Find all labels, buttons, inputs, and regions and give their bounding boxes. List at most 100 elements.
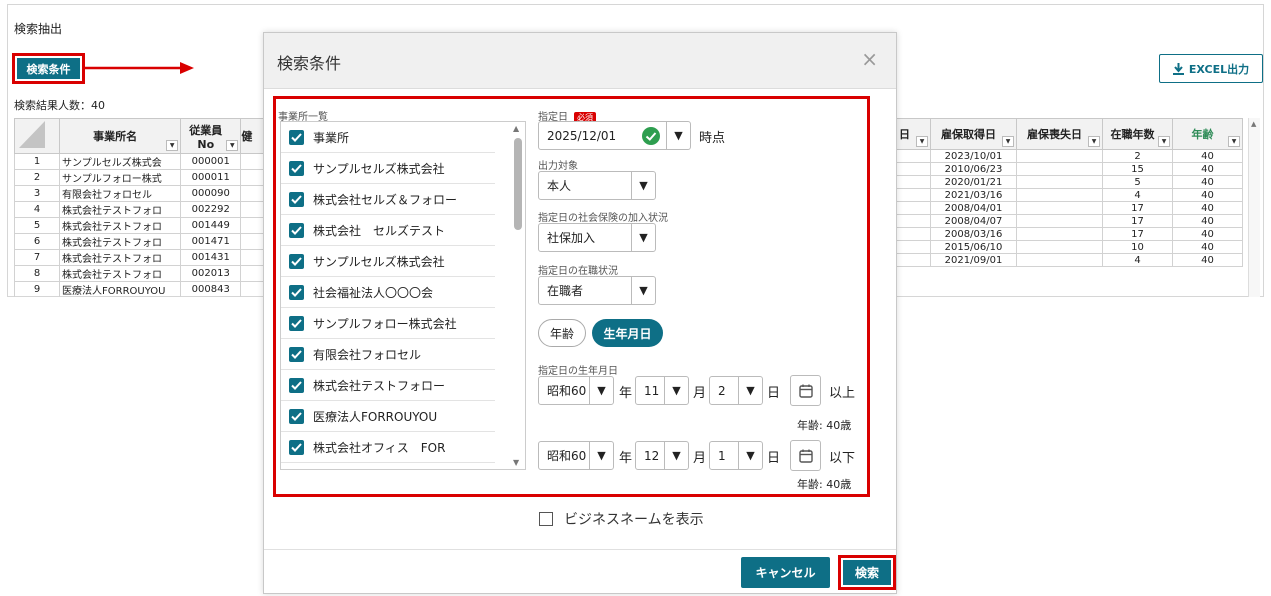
search-conditions-button[interactable]: 検索条件 <box>12 53 85 84</box>
office-list-item[interactable]: 有限会社フォロセル <box>281 339 495 370</box>
table-row[interactable]: 2008/04/07 17 40 <box>896 214 1243 228</box>
office-list-item[interactable]: 株式会社テストフォロー <box>281 370 495 401</box>
grid-scrollbar[interactable]: ▲ <box>1248 118 1260 297</box>
from-month-select[interactable]: 11 ▼ <box>635 376 689 405</box>
office-list-item[interactable]: 社会福祉法人〇〇〇会 <box>281 277 495 308</box>
cancel-button[interactable]: キャンセル <box>741 557 830 588</box>
scroll-thumb[interactable] <box>514 138 522 230</box>
checkbox-checked-icon[interactable] <box>289 284 304 300</box>
search-button[interactable]: 検索 <box>838 555 896 590</box>
toggle-birthdate-button[interactable]: 生年月日 <box>592 319 663 347</box>
column-header-emp-ins-lost[interactable]: 雇保喪失日 ▼ <box>1016 118 1103 150</box>
chevron-down-icon[interactable]: ▼ <box>738 442 762 469</box>
checkbox-checked-icon[interactable] <box>289 253 304 269</box>
excel-export-button[interactable]: EXCEL出力 <box>1159 54 1263 83</box>
from-day-select[interactable]: 2 ▼ <box>709 376 763 405</box>
checkbox-checked-icon[interactable] <box>289 191 304 207</box>
checkbox-unchecked-icon[interactable] <box>539 512 553 526</box>
cell-date <box>896 227 931 241</box>
filter-dropdown-icon[interactable]: ▼ <box>1002 136 1014 147</box>
cell-tenure: 17 <box>1102 214 1173 228</box>
scroll-up-icon[interactable]: ▲ <box>513 124 519 133</box>
table-row[interactable]: 2008/03/16 17 40 <box>896 227 1243 241</box>
chevron-down-icon[interactable]: ▼ <box>631 277 655 304</box>
column-header-date[interactable]: 日 ▼ <box>896 118 931 150</box>
chevron-down-icon[interactable]: ▼ <box>666 122 690 149</box>
table-row[interactable]: 2015/06/10 10 40 <box>896 240 1243 254</box>
to-day-select[interactable]: 1 ▼ <box>709 441 763 470</box>
chevron-down-icon[interactable]: ▼ <box>664 377 688 404</box>
chevron-down-icon[interactable]: ▼ <box>738 377 762 404</box>
checkbox-checked-icon[interactable] <box>289 315 304 331</box>
checkbox-checked-icon[interactable] <box>289 377 304 393</box>
cell-date <box>896 201 931 215</box>
calendar-button[interactable] <box>790 375 821 406</box>
table-row[interactable]: 2008/04/01 17 40 <box>896 201 1243 215</box>
office-list-item[interactable]: 事業所 <box>281 122 495 153</box>
calendar-button[interactable] <box>790 440 821 471</box>
column-header-age[interactable]: 年齢 ▼ <box>1172 118 1243 150</box>
column-header-employee-no[interactable]: 従業員No ▼ <box>180 118 242 154</box>
office-list-item[interactable]: 株式会社セルズ＆フォロー <box>281 184 495 215</box>
table-row[interactable]: 2021/03/16 4 40 <box>896 188 1243 202</box>
checkbox-checked-icon[interactable] <box>289 160 304 176</box>
checkbox-checked-icon[interactable] <box>289 408 304 424</box>
table-row[interactable]: 5 株式会社テストフォロ 001449 <box>14 217 264 234</box>
filter-dropdown-icon[interactable]: ▼ <box>1228 136 1240 147</box>
close-icon[interactable]: × <box>861 49 878 69</box>
from-era-year-select[interactable]: 昭和60 ▼ <box>538 376 614 405</box>
filter-dropdown-icon[interactable]: ▼ <box>916 136 928 147</box>
table-row[interactable]: 8 株式会社テストフォロ 002013 <box>14 265 264 282</box>
cell-date <box>896 240 931 254</box>
office-list-item[interactable]: サンプルセルズ株式会社 <box>281 246 495 277</box>
grid-corner[interactable] <box>14 118 60 154</box>
column-header-emp-ins-acquired[interactable]: 雇保取得日 ▼ <box>930 118 1017 150</box>
checkbox-checked-icon[interactable] <box>289 222 304 238</box>
chevron-down-icon[interactable]: ▼ <box>631 172 655 199</box>
filter-dropdown-icon[interactable]: ▼ <box>1088 136 1100 147</box>
office-list-scrollbar[interactable]: ▲ ▼ <box>511 122 525 469</box>
table-row[interactable]: 2010/06/23 15 40 <box>896 162 1243 176</box>
table-row[interactable]: 7 株式会社テストフォロ 001431 <box>14 249 264 266</box>
table-row[interactable]: 2023/10/01 2 40 <box>896 149 1243 163</box>
office-list-item[interactable]: 株式会社 セルズテスト <box>281 215 495 246</box>
column-header-health[interactable]: 健 <box>240 118 264 154</box>
checkbox-checked-icon[interactable] <box>289 129 304 145</box>
to-month-select[interactable]: 12 ▼ <box>635 441 689 470</box>
chevron-down-icon[interactable]: ▼ <box>589 442 613 469</box>
table-row[interactable]: 2 サンプルフォロー株式 000011 <box>14 169 264 186</box>
business-name-checkbox[interactable]: ビジネスネームを表示 <box>539 509 704 529</box>
column-header-office[interactable]: 事業所名 ▼ <box>58 118 182 154</box>
filter-dropdown-icon[interactable]: ▼ <box>1158 136 1170 147</box>
office-list-item[interactable]: 株式会社オフィス FOR <box>281 432 495 463</box>
result-grid-left: 事業所名 ▼ 従業員No ▼ 健 1 サンプルセルズ株式会 000001 2 サンプルフォロ… <box>14 118 264 297</box>
chevron-down-icon[interactable]: ▼ <box>589 377 613 404</box>
table-row[interactable]: 4 株式会社テストフォロ 002292 <box>14 201 264 218</box>
chevron-down-icon[interactable]: ▼ <box>631 224 655 251</box>
checkbox-checked-icon[interactable] <box>289 439 304 455</box>
scroll-up-icon[interactable]: ▲ <box>1251 120 1256 128</box>
filter-dropdown-icon[interactable]: ▼ <box>226 140 239 151</box>
cell-emp-ins-acquired: 2008/04/07 <box>930 214 1017 228</box>
chevron-down-icon[interactable]: ▼ <box>664 442 688 469</box>
checkbox-checked-icon[interactable] <box>289 346 304 362</box>
table-row[interactable]: 9 医療法人FORROUYOU 000843 <box>14 281 264 297</box>
table-row[interactable]: 1 サンプルセルズ株式会 000001 <box>14 153 264 170</box>
cell-date <box>896 162 931 176</box>
table-row[interactable]: 2021/09/01 4 40 <box>896 253 1243 267</box>
toggle-age-button[interactable]: 年齢 <box>538 319 586 347</box>
output-target-select[interactable]: 本人 ▼ <box>538 171 656 200</box>
to-era-year-select[interactable]: 昭和60 ▼ <box>538 441 614 470</box>
table-row[interactable]: 3 有限会社フォロセル 000090 <box>14 185 264 202</box>
table-row[interactable]: 2020/01/21 5 40 <box>896 175 1243 189</box>
column-header-tenure[interactable]: 在職年数 ▼ <box>1102 118 1173 150</box>
employment-status-select[interactable]: 在職者 ▼ <box>538 276 656 305</box>
designated-date-input[interactable]: 2025/12/01 ▼ <box>538 121 691 150</box>
office-list-item[interactable]: サンプルフォロー株式会社 <box>281 308 495 339</box>
table-row[interactable]: 6 株式会社テストフォロ 001471 <box>14 233 264 250</box>
office-list-item[interactable]: 医療法人FORROUYOU <box>281 401 495 432</box>
scroll-down-icon[interactable]: ▼ <box>513 458 519 467</box>
insurance-status-select[interactable]: 社保加入 ▼ <box>538 223 656 252</box>
office-list-item[interactable]: サンプルセルズ株式会社 <box>281 153 495 184</box>
filter-dropdown-icon[interactable]: ▼ <box>166 140 179 151</box>
